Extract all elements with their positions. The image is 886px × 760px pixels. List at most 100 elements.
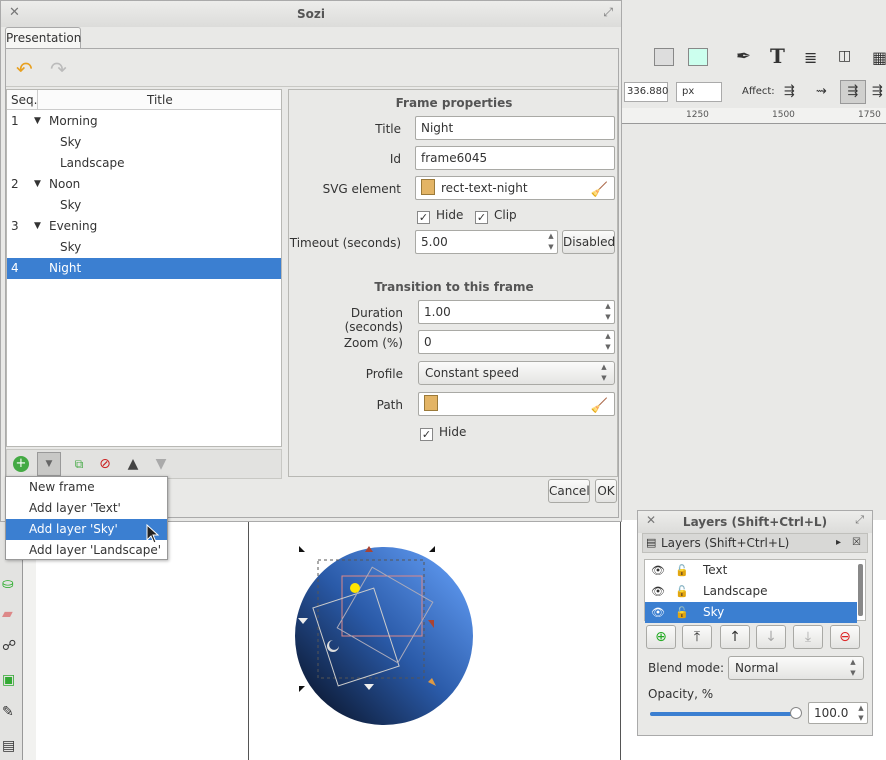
eye-icon[interactable]: 👁 bbox=[651, 560, 665, 581]
xml-editor-icon[interactable]: ◫ bbox=[838, 48, 851, 64]
layer-row-landscape[interactable]: 👁 🔓 Landscape bbox=[645, 581, 857, 602]
lower-layer-button[interactable]: ↓ bbox=[756, 625, 786, 649]
menu-item-new-frame[interactable]: New frame bbox=[6, 477, 167, 498]
column-title[interactable]: Title bbox=[147, 93, 173, 107]
spin-icon[interactable]: ▲ ▼ bbox=[602, 331, 614, 353]
affect-icon-3[interactable]: ⇶ bbox=[840, 80, 866, 104]
menu-item-add-layer-sky[interactable]: Add layer 'Sky' bbox=[6, 519, 167, 540]
ok-button[interactable]: OK bbox=[595, 479, 617, 503]
tree-row[interactable]: Landscape bbox=[7, 153, 281, 174]
scrollbar[interactable] bbox=[858, 564, 863, 616]
close-icon[interactable]: ✕ bbox=[9, 5, 20, 20]
eye-icon[interactable]: 👁 bbox=[651, 602, 665, 623]
menu-item-add-layer-landscape[interactable]: Add layer 'Landscape' bbox=[6, 540, 167, 561]
handle-arrow[interactable] bbox=[299, 686, 305, 692]
hide-checkbox[interactable]: ✓ Hide bbox=[417, 206, 463, 224]
profile-select[interactable]: Constant speed ▲ ▼ bbox=[418, 361, 615, 385]
opacity-slider-handle[interactable] bbox=[790, 707, 802, 719]
width-field[interactable]: 336.880 bbox=[624, 82, 668, 102]
broom-icon[interactable]: 🧹 bbox=[591, 179, 608, 201]
expand-triangle-icon[interactable]: ▼ bbox=[34, 111, 41, 132]
cancel-button[interactable]: Cancel bbox=[548, 479, 590, 503]
spin-icon[interactable]: ▲ ▼ bbox=[545, 231, 557, 253]
path-hide-checkbox[interactable]: ✓ Hide bbox=[420, 423, 466, 441]
add-dropdown-button[interactable]: ▼ bbox=[37, 452, 61, 476]
disabled-button[interactable]: Disabled bbox=[562, 230, 615, 254]
tree-row[interactable]: 3 ▼ Evening bbox=[7, 216, 281, 237]
affect-icon-2[interactable]: ⇝ bbox=[816, 84, 827, 99]
spray-icon[interactable]: ☍ bbox=[2, 638, 16, 654]
duplicate-icon[interactable]: ⧉ bbox=[69, 454, 89, 474]
eraser-icon[interactable]: ▰ bbox=[2, 606, 13, 622]
menu-item-add-layer-text[interactable]: Add layer 'Text' bbox=[6, 498, 167, 519]
duration-field[interactable]: 1.00 ▲ ▼ bbox=[418, 300, 615, 324]
dock-icon[interactable]: ▸ bbox=[836, 534, 841, 552]
path-field[interactable]: 🧹 bbox=[418, 392, 615, 416]
lock-icon[interactable]: 🔓 bbox=[675, 560, 689, 581]
tool-icon[interactable]: ▦ bbox=[872, 48, 886, 67]
tree-row[interactable]: Sky bbox=[7, 132, 281, 153]
move-down-icon[interactable]: ▼ bbox=[151, 454, 171, 474]
tree-row[interactable]: Sky bbox=[7, 195, 281, 216]
move-up-icon[interactable]: ▲ bbox=[123, 454, 143, 474]
layer-row-sky[interactable]: 👁 🔓 Sky bbox=[645, 602, 857, 623]
spin-icon[interactable]: ▲ ▼ bbox=[855, 703, 867, 723]
timeout-field[interactable]: 5.00 ▲ ▼ bbox=[415, 230, 558, 254]
expand-triangle-icon[interactable]: ▼ bbox=[34, 174, 41, 195]
add-frame-icon[interactable]: + bbox=[13, 456, 29, 472]
spin-icon[interactable]: ▲ ▼ bbox=[602, 301, 614, 323]
opacity-field[interactable]: 100.0 ▲ ▼ bbox=[808, 702, 868, 724]
lock-icon[interactable]: 🔓 bbox=[675, 602, 689, 623]
add-layer-button[interactable]: ⊕ bbox=[646, 625, 676, 649]
affect-icon-1[interactable]: ⇶ bbox=[784, 84, 795, 99]
dropper-icon[interactable]: ✎ bbox=[2, 704, 14, 720]
blend-mode-label: Blend mode: bbox=[648, 661, 725, 675]
measure-icon[interactable]: ▤ bbox=[2, 738, 15, 754]
svg-element-field[interactable]: rect-text-night 🧹 bbox=[415, 176, 615, 200]
layer-row-text[interactable]: 👁 🔓 Text bbox=[645, 560, 857, 581]
lock-icon[interactable]: 🔓 bbox=[675, 581, 689, 602]
text-tool-icon[interactable]: T bbox=[770, 44, 785, 68]
maximize-icon[interactable]: ⤢ bbox=[603, 5, 613, 20]
lower-to-bottom-button[interactable]: ⤓ bbox=[793, 625, 823, 649]
drawing-sky[interactable] bbox=[290, 540, 480, 734]
pen-icon[interactable]: ✒ bbox=[736, 46, 751, 67]
unit-select[interactable]: px bbox=[676, 82, 722, 102]
id-label: Id bbox=[389, 152, 401, 166]
delete-layer-button[interactable]: ⊖ bbox=[830, 625, 860, 649]
close-icon[interactable]: ✕ bbox=[646, 513, 656, 527]
column-seq[interactable]: Seq. bbox=[11, 93, 37, 107]
redo-icon[interactable]: ↷ bbox=[50, 57, 67, 81]
raise-to-top-button[interactable]: ⤒ bbox=[682, 625, 712, 649]
eye-icon[interactable]: 👁 bbox=[651, 581, 665, 602]
opacity-slider-track[interactable] bbox=[650, 712, 800, 716]
bucket-icon[interactable]: ⛀ bbox=[2, 576, 14, 592]
snap-icon-2[interactable] bbox=[688, 48, 708, 66]
tab-presentation[interactable]: Presentation bbox=[5, 27, 81, 49]
snap-icon[interactable] bbox=[654, 48, 674, 66]
tree-row[interactable]: Sky bbox=[7, 237, 281, 258]
broom-icon[interactable]: 🧹 bbox=[591, 395, 608, 417]
close-icon[interactable]: ☒ bbox=[852, 534, 861, 552]
expand-triangle-icon[interactable]: ▼ bbox=[34, 216, 41, 237]
undo-icon[interactable]: ↶ bbox=[16, 57, 33, 81]
connector-icon[interactable]: ▣ bbox=[2, 672, 15, 688]
svg-element-value: rect-text-night bbox=[441, 181, 528, 195]
zoom-field[interactable]: 0 ▲ ▼ bbox=[418, 330, 615, 354]
handle-arrow[interactable] bbox=[299, 546, 305, 552]
tree-row[interactable]: 1 ▼ Morning bbox=[7, 111, 281, 132]
layers-icon[interactable]: ≣ bbox=[804, 48, 817, 67]
clip-checkbox[interactable]: ✓ Clip bbox=[475, 206, 517, 224]
blend-mode-select[interactable]: Normal ▲ ▼ bbox=[728, 656, 864, 680]
title-field[interactable]: Night bbox=[415, 116, 615, 140]
layers-dock-header: ▤ Layers (Shift+Ctrl+L) ▸ ☒ bbox=[642, 533, 868, 553]
tree-row[interactable]: 4 Night bbox=[7, 258, 281, 279]
handle-arrow[interactable] bbox=[429, 546, 435, 552]
maximize-icon[interactable]: ⤢ bbox=[855, 513, 864, 527]
tree-row[interactable]: 2 ▼ Noon bbox=[7, 174, 281, 195]
id-field[interactable]: frame6045 bbox=[415, 146, 615, 170]
raise-layer-button[interactable]: ↑ bbox=[720, 625, 750, 649]
delete-icon[interactable]: ⊘ bbox=[95, 454, 115, 474]
affect-icon-4[interactable]: ⇶ bbox=[872, 84, 883, 99]
zoom-value: 0 bbox=[424, 335, 432, 349]
